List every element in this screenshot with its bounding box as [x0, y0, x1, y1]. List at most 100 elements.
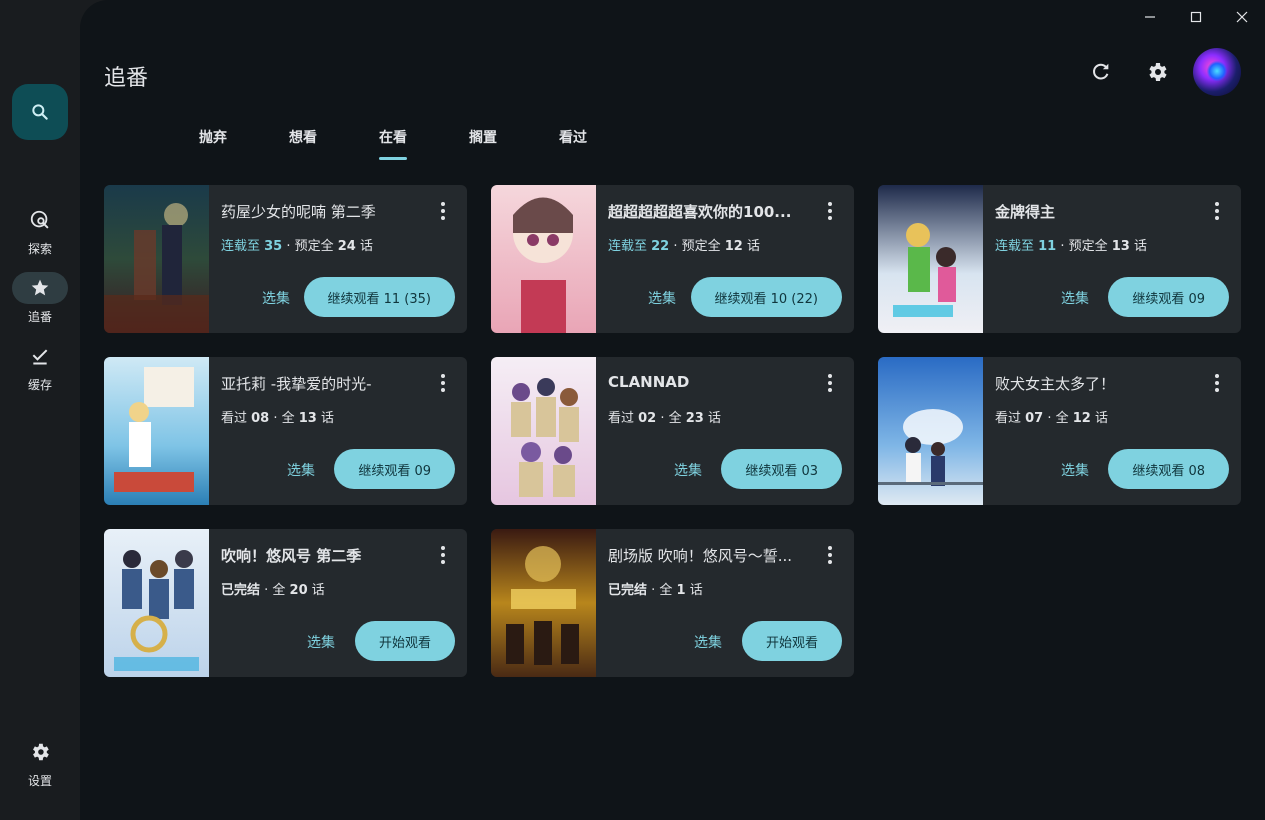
status-mid: · 全	[260, 583, 290, 598]
card-title: 败犬女主太多了！	[995, 375, 1116, 393]
more-icon	[828, 209, 832, 213]
sidebar-item-label: 缓存	[27, 378, 52, 392]
settings-button[interactable]	[1137, 48, 1177, 96]
status-mid: · 全	[656, 411, 686, 426]
more-menu-button[interactable]	[1207, 201, 1227, 221]
status-total: 1	[676, 583, 686, 598]
tab-wishlist[interactable]: 想看	[258, 118, 348, 160]
more-menu-button[interactable]	[820, 373, 840, 393]
status-prefix: 连载至	[221, 239, 265, 254]
episodes-link[interactable]: 选集	[694, 632, 722, 652]
sidebar-item-label: 追番	[27, 310, 52, 324]
continue-watching-button[interactable]: 继续观看 10 (22)	[690, 277, 842, 317]
more-menu-button[interactable]	[433, 545, 453, 565]
anime-card[interactable]: 金牌得主 连载至 11 · 预定全 13 话 选集 继续观看 09	[878, 185, 1241, 333]
continue-watching-button[interactable]: 继续观看 08	[1108, 449, 1229, 489]
check-icon	[32, 349, 48, 365]
episodes-link[interactable]: 选集	[307, 632, 335, 652]
tab-on-hold[interactable]: 搁置	[438, 118, 528, 160]
card-status: 连载至 35 · 预定全 24 话	[221, 235, 373, 254]
more-icon	[441, 546, 445, 550]
status-prefix: 已完结	[221, 583, 261, 598]
episodes-link[interactable]: 选集	[648, 288, 676, 308]
sidebar-item-label: 探索	[27, 242, 52, 256]
tab-dropped[interactable]: 抛弃	[168, 118, 258, 160]
anime-card[interactable]: 亚托莉 -我挚爱的时光- 看过 08 · 全 13 话 选集 继续观看 09	[104, 357, 467, 505]
explore-icon	[30, 210, 49, 229]
status-suffix: 话	[1129, 239, 1147, 254]
anime-card[interactable]: 败犬女主太多了！ 看过 07 · 全 12 话 选集 继续观看 08	[878, 357, 1241, 505]
window-controls	[1127, 0, 1265, 34]
status-total: 13	[298, 411, 317, 426]
tab-watched[interactable]: 看过	[528, 118, 618, 160]
sidebar-item-settings[interactable]: 设置	[0, 736, 80, 789]
more-menu-button[interactable]	[433, 201, 453, 221]
episodes-link[interactable]: 选集	[1061, 288, 1089, 308]
episodes-link[interactable]: 选集	[1061, 460, 1089, 480]
continue-watching-button[interactable]: 继续观看 03	[721, 449, 842, 489]
status-prefix: 看过	[995, 411, 1026, 426]
episodes-link[interactable]: 选集	[262, 288, 290, 308]
more-icon	[441, 374, 445, 378]
more-icon	[441, 209, 445, 213]
status-prefix: 连载至	[995, 239, 1039, 254]
more-icon	[828, 381, 832, 385]
status-current: 22	[651, 239, 670, 254]
card-status: 连载至 22 · 预定全 12 话	[608, 235, 760, 254]
episodes-link[interactable]: 选集	[287, 460, 315, 480]
status-current: 02	[638, 411, 657, 426]
card-title: 金牌得主	[995, 203, 1056, 221]
more-icon	[828, 374, 832, 378]
more-icon	[441, 381, 445, 385]
status-suffix: 话	[316, 411, 334, 426]
main-panel: 追番 抛弃 想看 在看 搁置 看过 药屋少女的呢喃 第二季 连载至 35 · 预…	[80, 0, 1265, 820]
status-current: 35	[264, 239, 283, 254]
poster-image	[491, 529, 596, 677]
more-menu-button[interactable]	[1207, 373, 1227, 393]
poster-image	[104, 185, 209, 333]
card-title: CLANNAD	[608, 373, 690, 391]
more-icon	[1215, 202, 1219, 206]
continue-watching-button[interactable]: 继续观看 09	[1108, 277, 1229, 317]
more-icon	[441, 388, 445, 392]
sidebar-item-tracking[interactable]: 追番	[0, 272, 80, 325]
maximize-button[interactable]	[1173, 0, 1219, 34]
status-total: 13	[1111, 239, 1130, 254]
anime-card[interactable]: 超超超超超喜欢你的100... 连载至 22 · 预定全 12 话 选集 继续观…	[491, 185, 854, 333]
tab-watching[interactable]: 在看	[348, 118, 438, 160]
continue-watching-button[interactable]: 继续观看 09	[334, 449, 455, 489]
sidebar-item-label: 设置	[27, 774, 52, 788]
star-icon	[31, 279, 49, 296]
more-icon	[1215, 381, 1219, 385]
more-menu-button[interactable]	[820, 545, 840, 565]
poster-image	[491, 185, 596, 333]
continue-watching-button[interactable]: 继续观看 11 (35)	[303, 277, 455, 317]
more-menu-button[interactable]	[433, 373, 453, 393]
anime-card[interactable]: 剧场版 吹响！悠风号～誓... 已完结 · 全 1 话 选集 开始观看	[491, 529, 854, 677]
minimize-button[interactable]	[1127, 0, 1173, 34]
card-status: 已完结 · 全 1 话	[608, 579, 703, 598]
search-button[interactable]	[12, 84, 68, 140]
more-icon	[828, 388, 832, 392]
anime-card[interactable]: 吹响！悠风号 第二季 已完结 · 全 20 话 选集 开始观看	[104, 529, 467, 677]
close-button[interactable]	[1219, 0, 1265, 34]
sidebar-item-cache[interactable]: 缓存	[0, 340, 80, 393]
sidebar: 探索 追番 缓存 设置	[0, 0, 80, 820]
anime-card[interactable]: CLANNAD 看过 02 · 全 23 话 选集 继续观看 03	[491, 357, 854, 505]
refresh-button[interactable]	[1081, 48, 1121, 96]
avatar[interactable]	[1193, 48, 1241, 96]
status-suffix: 话	[703, 411, 721, 426]
sidebar-item-explore[interactable]: 探索	[0, 204, 80, 257]
status-mid: · 预定全	[282, 239, 338, 254]
more-icon	[1215, 374, 1219, 378]
start-watching-button[interactable]: 开始观看	[354, 621, 455, 661]
status-current: 11	[1038, 239, 1057, 254]
more-menu-button[interactable]	[820, 201, 840, 221]
more-icon	[441, 216, 445, 220]
start-watching-button[interactable]: 开始观看	[741, 621, 842, 661]
status-total: 12	[1072, 411, 1091, 426]
card-title: 药屋少女的呢喃 第二季	[221, 203, 376, 221]
anime-card[interactable]: 药屋少女的呢喃 第二季 连载至 35 · 预定全 24 话 选集 继续观看 11…	[104, 185, 467, 333]
episodes-link[interactable]: 选集	[674, 460, 702, 480]
status-current: 07	[1025, 411, 1044, 426]
